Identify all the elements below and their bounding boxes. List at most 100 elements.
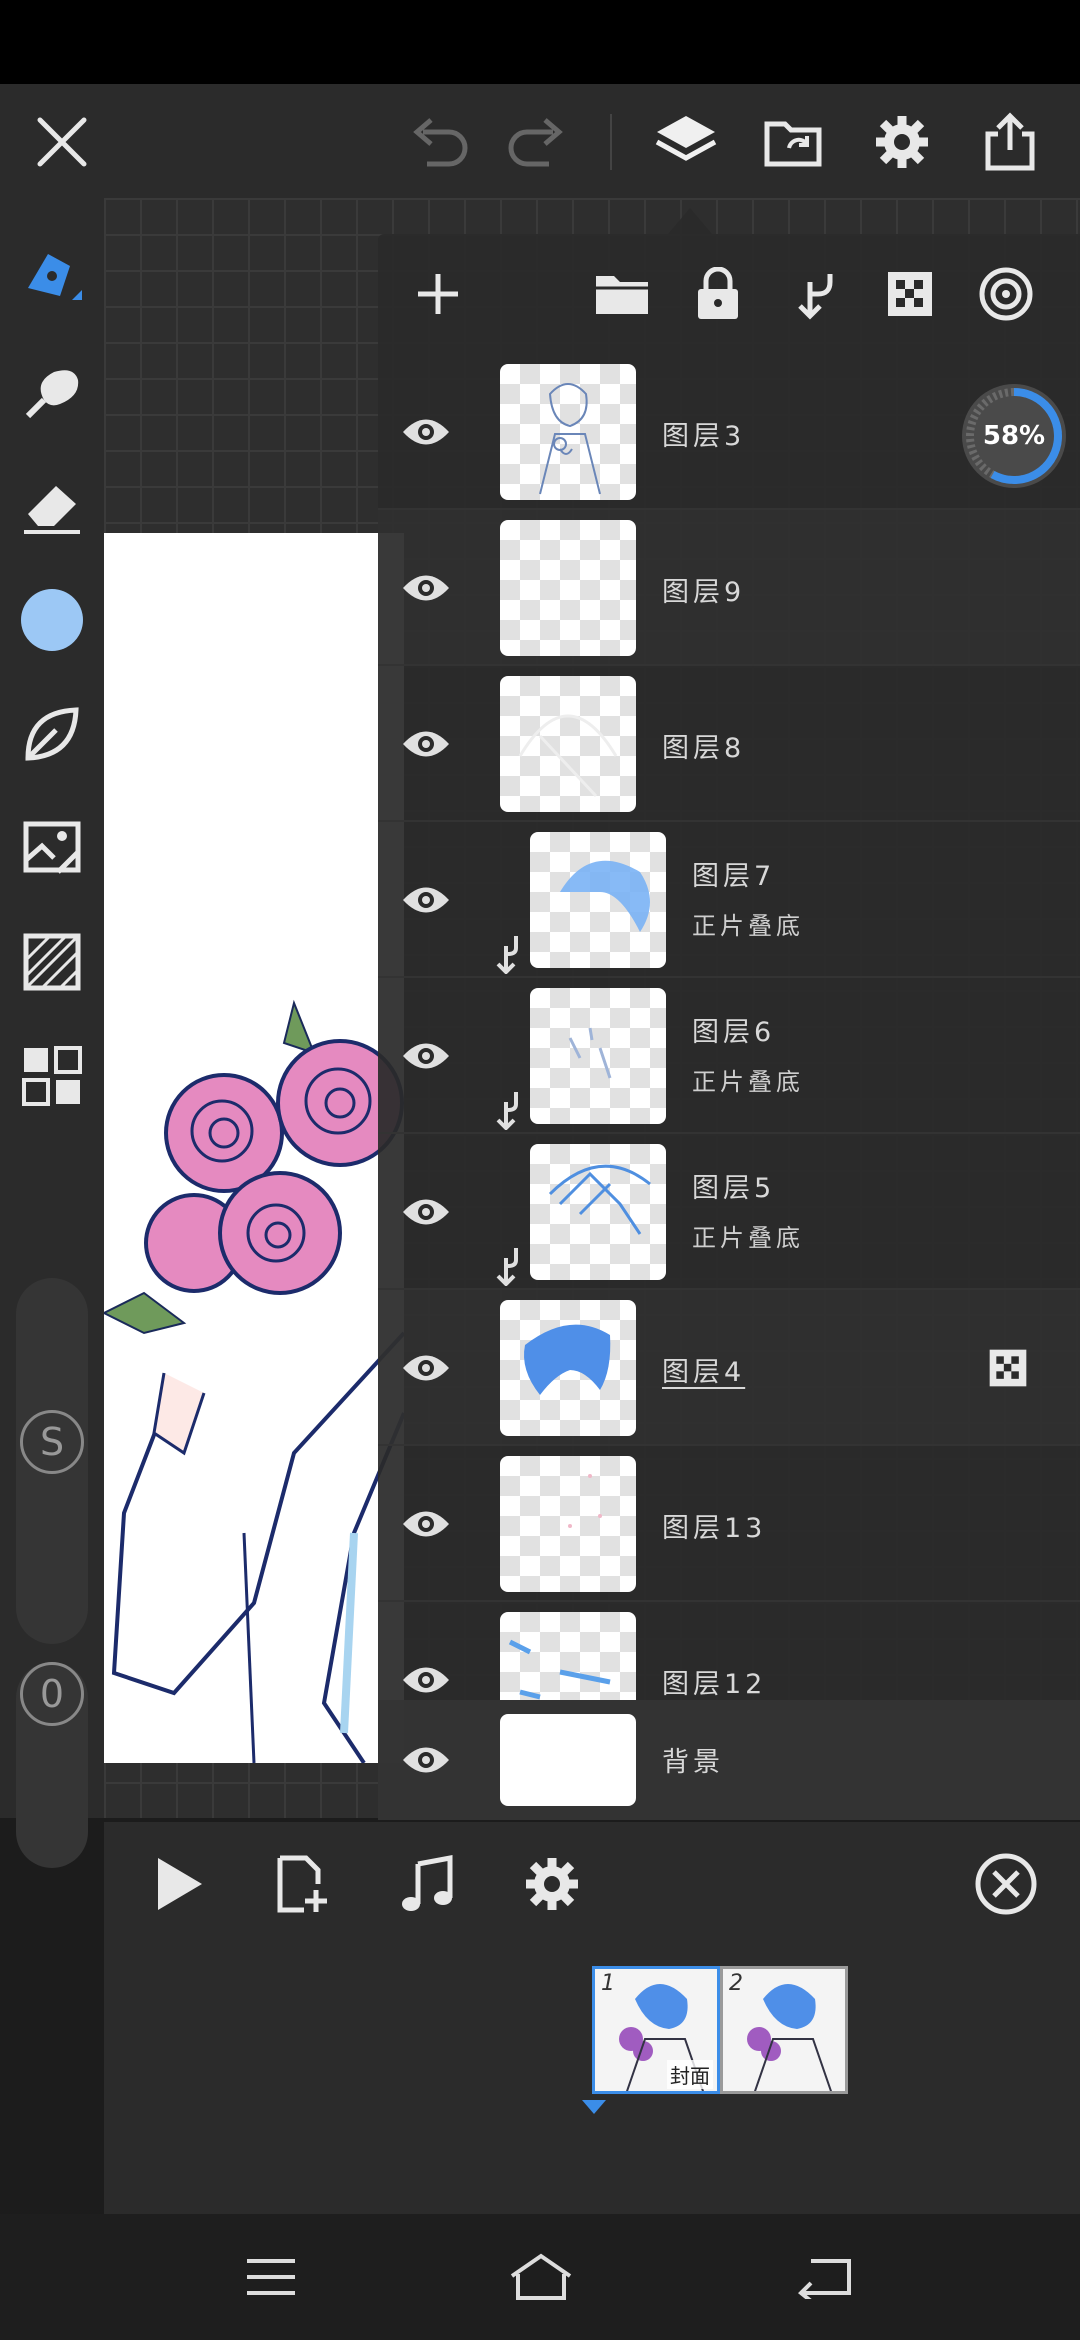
merge-down-button[interactable]	[778, 258, 850, 330]
eraser-tool[interactable]	[14, 468, 90, 544]
materials-tool[interactable]	[14, 1038, 90, 1114]
alpha-lock-button[interactable]	[874, 258, 946, 330]
color-picker[interactable]	[14, 582, 90, 658]
home-nav-button[interactable]	[508, 2244, 574, 2310]
layer-name: 图层6	[692, 1017, 776, 1048]
layer-row[interactable]: 图层12	[378, 1602, 1080, 1700]
visibility-toggle[interactable]	[394, 1336, 458, 1400]
layer-thumbnail	[500, 1612, 636, 1700]
alpha-lock-indicator-icon	[989, 1349, 1027, 1387]
add-layer-button[interactable]	[402, 258, 474, 330]
layer-name: 图层13	[662, 1513, 767, 1544]
layer-row[interactable]: 图层4	[378, 1290, 1080, 1446]
layer-thumbnail	[500, 1300, 636, 1436]
image-edit-icon	[23, 821, 81, 874]
image-import-tool[interactable]	[14, 810, 90, 886]
visibility-toggle[interactable]	[394, 1728, 458, 1792]
frame-thumbnail[interactable]: 1 封面	[592, 1966, 720, 2094]
blend-mode-label: 正片叠底	[692, 1068, 804, 1096]
pen-tool[interactable]	[14, 238, 90, 314]
visibility-toggle[interactable]	[394, 868, 458, 932]
layer-list[interactable]: 图层3 图层9 图层8 图层7 正片叠底 图层6 正片叠底 图层5 正片叠底 图层4 图层13 图层1…	[378, 354, 1080, 1700]
texture-tool[interactable]	[14, 924, 90, 1000]
smudge-tool[interactable]	[14, 354, 90, 430]
background-layer-row[interactable]: 背景	[378, 1700, 1080, 1820]
layer-thumbnail	[530, 988, 666, 1124]
top-toolbar	[0, 84, 1080, 198]
layer-name: 图层3	[662, 421, 746, 452]
add-page-icon	[277, 1855, 327, 1913]
layer-name: 图层5	[692, 1173, 776, 1204]
gear-icon	[526, 1858, 578, 1910]
home-icon	[510, 2253, 572, 2300]
add-frame-button[interactable]	[264, 1846, 340, 1922]
eye-icon	[403, 731, 449, 757]
leaf-icon	[25, 707, 79, 761]
eye-icon	[403, 1199, 449, 1225]
visibility-toggle[interactable]	[394, 556, 458, 620]
visibility-toggle[interactable]	[394, 1180, 458, 1244]
system-nav-bar	[0, 2214, 1080, 2340]
opacity-slider[interactable]: 0	[16, 1662, 88, 1868]
visibility-toggle[interactable]	[394, 1648, 458, 1700]
clipping-mask-icon	[496, 936, 518, 974]
close-button[interactable]	[24, 104, 100, 180]
brush-select-tool[interactable]	[14, 696, 90, 772]
close-animation-button[interactable]	[968, 1846, 1044, 1922]
visibility-toggle[interactable]	[394, 400, 458, 464]
play-icon	[158, 1858, 202, 1910]
toolbar-divider	[610, 114, 612, 170]
import-button[interactable]	[756, 104, 832, 180]
status-bar	[0, 0, 1080, 84]
grid-icon	[22, 1046, 82, 1106]
play-button[interactable]	[140, 1846, 216, 1922]
eye-icon	[403, 419, 449, 445]
layer-row[interactable]: 图层5 正片叠底	[378, 1134, 1080, 1290]
layers-icon	[655, 116, 717, 161]
gear-icon	[876, 116, 928, 168]
frame-number: 1	[601, 1971, 615, 1996]
visibility-toggle[interactable]	[394, 1024, 458, 1088]
artboard[interactable]	[104, 533, 404, 1763]
layer-thumbnail	[530, 1144, 666, 1280]
layer-thumbnail	[500, 364, 636, 500]
layer-folder-button[interactable]	[586, 258, 658, 330]
share-icon	[985, 112, 1035, 171]
target-icon	[979, 267, 1033, 321]
layers-button[interactable]	[648, 104, 724, 180]
layer-row[interactable]: 图层9	[378, 510, 1080, 666]
frame-thumbnail[interactable]: 2	[720, 1966, 848, 2094]
back-nav-button[interactable]	[792, 2244, 858, 2310]
animation-toolbar	[104, 1822, 1080, 1946]
visibility-toggle[interactable]	[394, 712, 458, 776]
frame-number: 2	[729, 1971, 743, 1996]
undo-button[interactable]	[402, 104, 478, 180]
layer-row[interactable]: 图层13	[378, 1446, 1080, 1602]
share-button[interactable]	[972, 104, 1048, 180]
playhead-marker[interactable]	[582, 2100, 606, 2114]
artwork-roses	[104, 999, 404, 1763]
progress-indicator: 58%	[962, 384, 1066, 488]
frame-label: 封面	[667, 2060, 713, 2089]
brush-size-slider[interactable]: S	[16, 1278, 88, 1644]
frame-timeline: 1 封面 2	[104, 1946, 1080, 2214]
animation-settings-button[interactable]	[514, 1846, 590, 1922]
settings-button[interactable]	[864, 104, 940, 180]
folder-icon	[596, 276, 648, 314]
opacity-slider-knob[interactable]: 0	[20, 1662, 84, 1726]
texture-icon	[23, 933, 81, 991]
menu-nav-button[interactable]	[238, 2244, 304, 2310]
layer-row[interactable]: 图层8	[378, 666, 1080, 822]
visibility-toggle[interactable]	[394, 1492, 458, 1556]
redo-button[interactable]	[498, 104, 574, 180]
layer-row[interactable]: 图层7 正片叠底	[378, 822, 1080, 978]
size-slider-knob[interactable]: S	[20, 1410, 84, 1474]
layer-reference-button[interactable]	[970, 258, 1042, 330]
merge-down-icon	[798, 274, 833, 320]
clipping-mask-icon	[496, 1092, 518, 1130]
music-button[interactable]	[390, 1846, 466, 1922]
lock-layer-button[interactable]	[682, 258, 754, 330]
eye-icon	[403, 1355, 449, 1381]
layer-row[interactable]: 图层6 正片叠底	[378, 978, 1080, 1134]
plus-icon	[418, 274, 458, 314]
